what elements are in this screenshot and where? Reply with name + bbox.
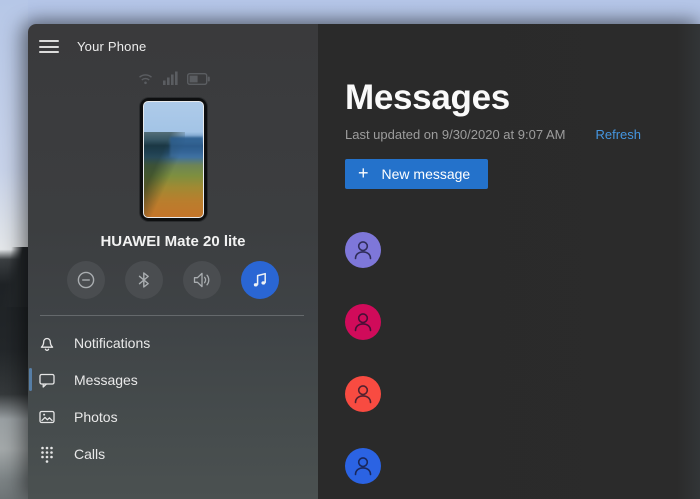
photo-icon [37, 407, 57, 427]
conversation-row[interactable] [345, 376, 700, 412]
phone-wallpaper [143, 101, 204, 218]
messages-panel: Messages Last updated on 9/30/2020 at 9:… [318, 24, 700, 499]
selection-indicator [29, 368, 32, 391]
cell-signal-icon [163, 71, 178, 85]
do-not-disturb-icon [75, 269, 97, 291]
sidebar-item-photos[interactable]: Photos [28, 398, 318, 435]
message-bubble-icon [37, 370, 57, 390]
conversation-row[interactable] [345, 232, 700, 268]
contact-avatar[interactable] [345, 376, 381, 412]
conversation-list [345, 232, 700, 484]
sidebar-item-notifications[interactable]: Notifications [28, 324, 318, 361]
page-title: Messages [345, 76, 700, 120]
conversation-row[interactable] [345, 304, 700, 340]
battery-icon [187, 73, 210, 85]
new-message-button[interactable]: + New message [345, 159, 488, 189]
wifi-icon [137, 71, 154, 85]
person-icon [345, 448, 381, 484]
phone-frame [140, 98, 207, 221]
volume-button[interactable] [183, 261, 221, 299]
desktop-wallpaper [0, 0, 28, 499]
contact-avatar[interactable] [345, 448, 381, 484]
sidebar-divider [40, 315, 304, 316]
bell-icon [37, 333, 57, 353]
app-title: Your Phone [77, 39, 146, 54]
conversation-row[interactable] [345, 448, 700, 484]
refresh-link[interactable]: Refresh [595, 127, 641, 142]
person-icon [345, 232, 381, 268]
sidebar: Your Phone [28, 24, 318, 499]
phone-preview[interactable] [28, 98, 318, 221]
phone-status-row [28, 70, 318, 85]
sidebar-item-label: Notifications [74, 335, 150, 351]
do-not-disturb-button[interactable] [67, 261, 105, 299]
app-header: Your Phone [28, 24, 318, 56]
volume-icon [190, 268, 214, 292]
sidebar-item-messages[interactable]: Messages [28, 361, 318, 398]
last-updated-text: Last updated on 9/30/2020 at 9:07 AM [345, 127, 565, 142]
quick-actions-row [28, 261, 318, 299]
sidebar-item-label: Photos [74, 409, 118, 425]
music-icon [249, 269, 271, 291]
sidebar-item-label: Calls [74, 446, 105, 462]
contact-avatar[interactable] [345, 232, 381, 268]
bluetooth-icon [134, 270, 154, 290]
contact-avatar[interactable] [345, 304, 381, 340]
music-button[interactable] [241, 261, 279, 299]
sidebar-item-label: Messages [74, 372, 138, 388]
your-phone-window: Your Phone [28, 24, 700, 499]
person-icon [345, 376, 381, 412]
plus-icon: + [358, 164, 369, 182]
last-updated-row: Last updated on 9/30/2020 at 9:07 AM Ref… [345, 127, 700, 142]
dialpad-icon [37, 444, 57, 464]
device-name: HUAWEI Mate 20 lite [28, 233, 318, 250]
person-icon [345, 304, 381, 340]
sidebar-item-calls[interactable]: Calls [28, 435, 318, 472]
new-message-label: New message [382, 166, 471, 182]
bluetooth-button[interactable] [125, 261, 163, 299]
sidebar-nav: Notifications Messages [28, 324, 318, 472]
hamburger-icon[interactable] [39, 40, 59, 53]
